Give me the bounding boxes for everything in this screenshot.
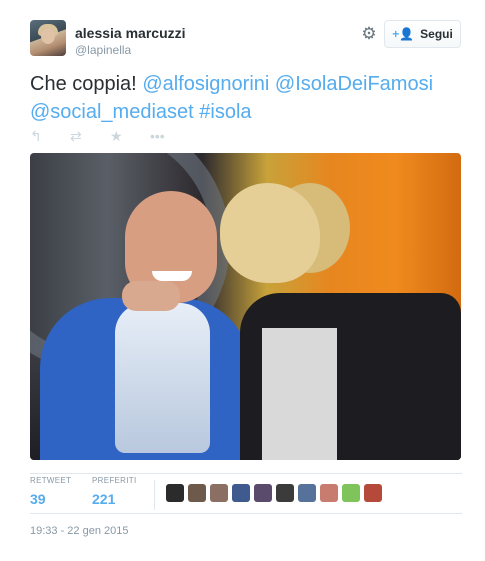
user-handle[interactable]: @lapinella <box>75 43 131 57</box>
favoriter-avatar[interactable] <box>188 484 206 502</box>
tweet-header: alessia marcuzzi @lapinella ⚙ +👤 Segui <box>30 20 462 60</box>
avatar-face <box>41 28 55 44</box>
retweet-label: RETWEET <box>30 476 72 485</box>
favoriter-avatars <box>166 484 382 502</box>
photo-figure <box>220 183 320 283</box>
mention-link[interactable]: @IsolaDeiFamosi <box>275 73 433 95</box>
favorites-count: 221 <box>92 491 116 507</box>
divider <box>30 513 462 514</box>
mention-link[interactable]: @alfosignorini <box>142 73 269 95</box>
favorite-star-icon[interactable]: ★ <box>110 127 150 145</box>
more-icon[interactable]: ••• <box>150 127 190 145</box>
divider <box>30 473 462 474</box>
tweet-stats: RETWEET 39 PREFERITI 221 <box>30 476 462 512</box>
tweet-plain-text: Che coppia! <box>30 73 137 95</box>
tweet-timestamp[interactable]: 19:33 - 22 gen 2015 <box>30 525 128 537</box>
reply-icon[interactable]: ↰ <box>30 127 70 145</box>
retweet-stat[interactable]: RETWEET 39 <box>30 476 71 507</box>
stats-separator <box>154 480 155 510</box>
tweet-actions: ↰ ⇄ ★ ••• <box>30 127 190 145</box>
favoriter-avatar[interactable] <box>210 484 228 502</box>
avatar[interactable] <box>30 20 66 56</box>
favoriter-avatar[interactable] <box>320 484 338 502</box>
photo-figure <box>122 281 180 311</box>
photo-figure <box>152 271 192 281</box>
tweet-photo[interactable] <box>30 153 461 460</box>
follow-button[interactable]: +👤 Segui <box>384 20 461 48</box>
retweet-count: 39 <box>30 491 46 507</box>
user-name[interactable]: alessia marcuzzi <box>75 25 186 41</box>
favoriter-avatar[interactable] <box>298 484 316 502</box>
photo-figure <box>262 328 337 460</box>
favoriter-avatar[interactable] <box>232 484 250 502</box>
photo-figure <box>115 303 210 453</box>
gear-icon[interactable]: ⚙ <box>360 25 378 43</box>
favoriter-avatar[interactable] <box>342 484 360 502</box>
tweet-text: Che coppia! @alfosignorini @IsolaDeiFamo… <box>30 70 470 126</box>
person-add-icon: +👤 <box>392 27 415 41</box>
favoriter-avatar[interactable] <box>276 484 294 502</box>
favoriter-avatar[interactable] <box>364 484 382 502</box>
favorites-label: PREFERITI <box>92 476 137 485</box>
favoriter-avatar[interactable] <box>254 484 272 502</box>
hashtag-link[interactable]: #isola <box>199 101 251 123</box>
mention-link[interactable]: @social_mediaset <box>30 101 194 123</box>
follow-button-label: Segui <box>420 27 453 41</box>
retweet-icon[interactable]: ⇄ <box>70 127 110 145</box>
favoriter-avatar[interactable] <box>166 484 184 502</box>
favorites-stat[interactable]: PREFERITI 221 <box>92 476 136 507</box>
